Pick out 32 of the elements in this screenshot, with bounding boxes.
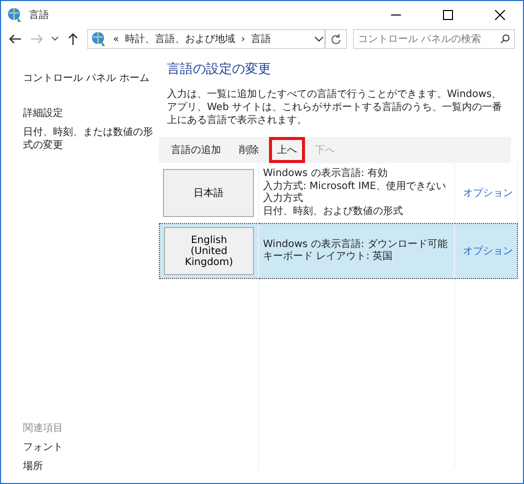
sidebar-link[interactable]: 詳細設定 [23, 107, 153, 120]
window-title: 言語 [29, 8, 50, 22]
refresh-icon [331, 34, 341, 44]
address-bar[interactable]: « 時計、言語、および地域 › 言語 [87, 29, 325, 49]
related-link[interactable]: 場所 [23, 460, 153, 473]
close-icon [495, 10, 505, 20]
related-link[interactable]: フォント [23, 441, 153, 454]
description-text: 入力は、一覧に追加したすべての言語で行うことができます。Windows、アプリ、Web サイトは、これらがサポートする言語のうち、一覧内の一番上にある言語で表示されます。 [167, 88, 503, 127]
sidebar-link[interactable]: 日付、時刻、または数値の形式の変更 [23, 126, 153, 152]
globe-icon [7, 6, 23, 22]
language-row[interactable]: 日本語 [159, 163, 259, 223]
chevron-down-icon[interactable] [51, 35, 59, 43]
maximize-icon [443, 10, 453, 20]
breadcrumb-item[interactable]: 言語 [251, 32, 272, 46]
search-field[interactable]: コントロール パネルの検索 [353, 29, 515, 49]
toolbar-button[interactable]: 削除 [231, 137, 267, 163]
toolbar-button[interactable]: 上へ [269, 137, 305, 163]
toolbar-button[interactable]: 言語の追加 [163, 137, 229, 163]
sidebar-link[interactable]: コントロール パネル ホーム [23, 72, 153, 85]
chevron-down-icon[interactable] [314, 35, 324, 43]
search-icon [500, 34, 510, 44]
breadcrumb-item[interactable]: 時計、言語、および地域 [125, 32, 236, 46]
page-title: 言語の設定の変更 [167, 61, 272, 78]
breadcrumb-item[interactable]: « [113, 34, 120, 44]
globe-icon [91, 31, 107, 47]
breadcrumb-item[interactable]: › [241, 34, 246, 44]
language-details: Windows の表示言語: ダウンロード可能 キーボード レイアウト: 英国 [263, 238, 448, 264]
language-details: Windows の表示言語: 有効 入力方式: Microsoft IME、使用できない入力方式 日付、時刻、および数値の形式 [263, 166, 448, 218]
options-link[interactable]: オプション [459, 186, 513, 200]
language-button[interactable]: 日本語 [163, 169, 254, 217]
related-heading: 関連項目 [23, 422, 64, 435]
refresh-button[interactable] [325, 29, 347, 49]
